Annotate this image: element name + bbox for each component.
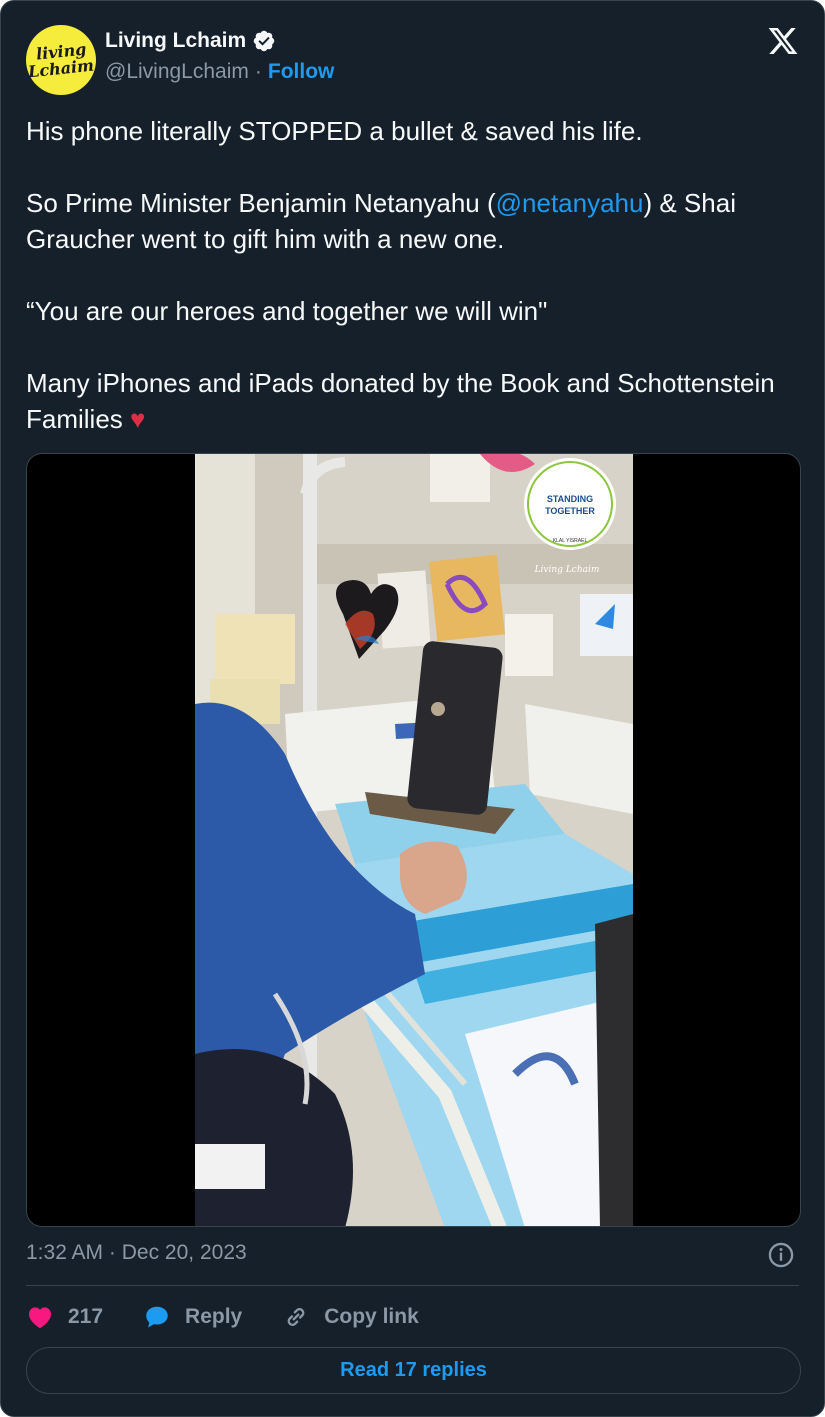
- avatar[interactable]: living Lchaim: [26, 25, 96, 95]
- tweet-header: living Lchaim Living Lchaim @LivingLchai…: [26, 23, 802, 95]
- tweet-text: His phone literally STOPPED a bullet & s…: [26, 113, 796, 437]
- tweet-paragraph-2: So Prime Minister Benjamin Netanyahu (@n…: [26, 185, 796, 257]
- tweet-date: Dec 20, 2023: [121, 1241, 247, 1264]
- red-heart-icon: ♥: [130, 404, 146, 434]
- reply-button[interactable]: Reply: [143, 1303, 242, 1331]
- video-still-image: STANDING TOGETHER KLAL YISRAEL Living Lc…: [195, 454, 633, 1226]
- like-count: 217: [68, 1305, 104, 1328]
- reply-label: Reply: [185, 1305, 243, 1328]
- tweet-time: 1:32 AM: [26, 1241, 104, 1264]
- tweet-quote: “You are our heroes and together we will…: [26, 296, 548, 326]
- logo-line-2: TOGETHER: [545, 506, 595, 516]
- follow-button[interactable]: Follow: [268, 60, 335, 84]
- video-watermark: Living Lchaim: [534, 565, 600, 575]
- p2-before: So Prime Minister Benjamin Netanyahu (: [26, 188, 496, 218]
- tweet-card: living Lchaim Living Lchaim @LivingLchai…: [0, 0, 825, 1417]
- video-frame[interactable]: STANDING TOGETHER KLAL YISRAEL Living Lc…: [195, 454, 633, 1226]
- author-name[interactable]: Living Lchaim: [105, 29, 246, 53]
- read-replies-button[interactable]: Read 17 replies: [26, 1347, 801, 1394]
- link-icon: [287, 1308, 305, 1326]
- author-handle[interactable]: @LivingLchaim: [105, 60, 249, 84]
- action-bar: 217 Reply Copy link: [26, 1301, 459, 1333]
- copy-link-button[interactable]: Copy link: [282, 1303, 419, 1331]
- video-player[interactable]: STANDING TOGETHER KLAL YISRAEL Living Lc…: [26, 453, 801, 1227]
- reply-bubble-icon: [146, 1306, 168, 1328]
- tweet-line-1: His phone literally STOPPED a bullet & s…: [26, 116, 643, 146]
- time-separator: ·: [108, 1241, 116, 1264]
- heart-icon: [29, 1307, 51, 1329]
- copy-link-label: Copy link: [324, 1305, 419, 1328]
- divider: [26, 1285, 799, 1286]
- verified-badge-icon: [253, 30, 275, 52]
- logo-line-1: STANDING: [547, 494, 593, 504]
- tweet-paragraph-4: Many iPhones and iPads donated by the Bo…: [26, 365, 796, 437]
- handle-separator: ·: [254, 60, 262, 83]
- logo-line-3: KLAL YISRAEL: [553, 538, 588, 544]
- handle-row: @LivingLchaim · Follow: [105, 60, 334, 84]
- x-logo-icon[interactable]: [766, 25, 800, 57]
- tweet-timestamp[interactable]: 1:32 AM · Dec 20, 2023: [26, 1241, 247, 1265]
- like-button[interactable]: 217: [26, 1303, 103, 1331]
- info-icon[interactable]: [767, 1241, 795, 1269]
- mention-link[interactable]: @netanyahu: [496, 188, 644, 218]
- name-row: Living Lchaim: [105, 29, 276, 53]
